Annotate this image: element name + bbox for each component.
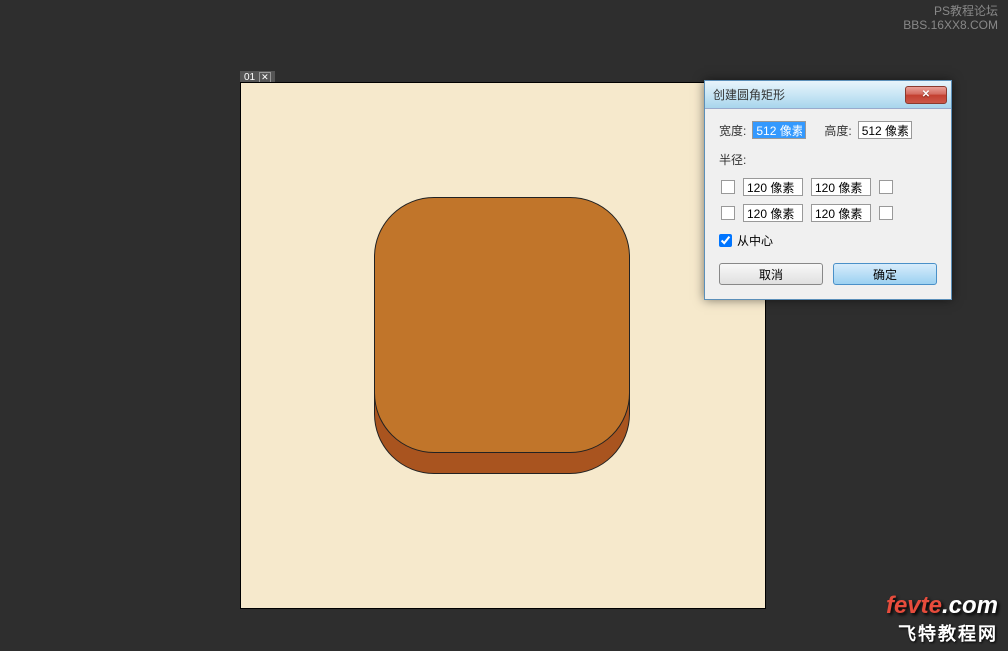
create-rounded-rectangle-dialog: 创建圆角矩形 ✕ 宽度: 高度: 半径: 从中心 <box>704 80 952 300</box>
brand-logo: fevte.com <box>886 592 998 620</box>
from-center-row: 从中心 <box>719 232 937 249</box>
brand-part1: fevte <box>886 592 942 619</box>
dialog-body: 宽度: 高度: 半径: 从中心 取消 确定 <box>705 109 951 299</box>
radius-top-left-input[interactable] <box>743 178 803 196</box>
watermark-top: PS教程论坛 BBS.16XX8.COM <box>903 4 998 33</box>
watermark-line1: PS教程论坛 <box>903 4 998 18</box>
ok-button[interactable]: 确定 <box>833 263 937 285</box>
radius-bottom-left-input[interactable] <box>743 204 803 222</box>
radius-top-row <box>719 178 937 196</box>
dialog-title: 创建圆角矩形 <box>713 86 785 103</box>
close-icon: ✕ <box>922 89 930 100</box>
link-corners-right-icon[interactable] <box>879 206 893 220</box>
radius-top-right-input[interactable] <box>811 178 871 196</box>
close-button[interactable]: ✕ <box>905 86 947 104</box>
brand-part2: .com <box>942 592 998 619</box>
rounded-rect-shape[interactable] <box>374 197 630 453</box>
watermark-line2: BBS.16XX8.COM <box>903 18 998 32</box>
canvas-artboard[interactable] <box>240 82 766 609</box>
from-center-checkbox[interactable] <box>719 234 732 247</box>
watermark-bottom: fevte.com 飞特教程网 <box>886 592 998 646</box>
radius-bottom-row <box>719 204 937 222</box>
link-corners-right-icon[interactable] <box>879 180 893 194</box>
dialog-buttons: 取消 确定 <box>719 263 937 285</box>
radius-bottom-right-input[interactable] <box>811 204 871 222</box>
width-label: 宽度: <box>719 122 746 139</box>
from-center-label: 从中心 <box>737 232 773 249</box>
width-input[interactable] <box>752 121 806 139</box>
link-corners-left-icon[interactable] <box>721 206 735 220</box>
brand-subtitle: 飞特教程网 <box>886 620 998 646</box>
dimensions-row: 宽度: 高度: <box>719 121 937 139</box>
link-corners-left-icon[interactable] <box>721 180 735 194</box>
dialog-titlebar[interactable]: 创建圆角矩形 ✕ <box>705 81 951 109</box>
cancel-button[interactable]: 取消 <box>719 263 823 285</box>
height-input[interactable] <box>858 121 912 139</box>
height-label: 高度: <box>824 122 851 139</box>
radius-section-label: 半径: <box>719 151 937 168</box>
